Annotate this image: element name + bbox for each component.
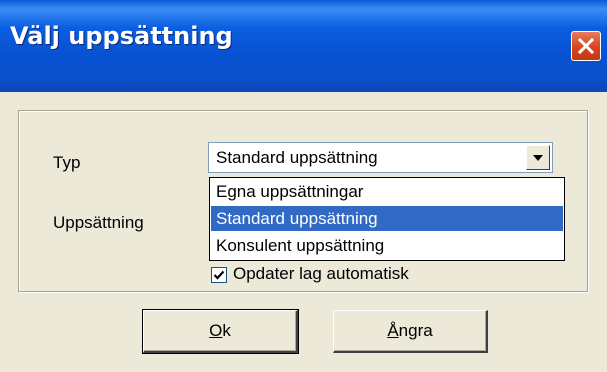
close-icon [577, 37, 595, 55]
checkmark-icon [213, 270, 225, 280]
chevron-down-icon [533, 154, 543, 161]
cancel-button-label: ngra [398, 321, 433, 340]
window-title: Välj uppsättning [10, 22, 233, 50]
type-combobox-value: Standard uppsättning [216, 148, 378, 167]
combobox-dropdown-button[interactable] [526, 145, 550, 170]
ok-button-label: k [222, 321, 231, 340]
auto-update-checkbox[interactable] [211, 267, 227, 283]
dropdown-option-standard[interactable]: Standard uppsättning [211, 206, 563, 231]
dropdown-option-konsulent[interactable]: Konsulent uppsättning [211, 233, 563, 258]
auto-update-label[interactable]: Opdater lag automatisk [233, 264, 409, 284]
setup-label: Uppsättning [53, 213, 144, 232]
close-button[interactable] [571, 31, 601, 61]
ok-button-mnemonic: O [209, 321, 223, 340]
title-bar[interactable]: Välj uppsättning [0, 0, 607, 92]
type-label: Typ [53, 153, 81, 172]
settings-group: Typ Standard uppsättning Uppsättning Opd… [18, 110, 588, 292]
dialog-body: Typ Standard uppsättning Uppsättning Opd… [0, 92, 607, 372]
dropdown-option-egna[interactable]: Egna uppsättningar [211, 179, 563, 204]
type-dropdown-list[interactable]: Egna uppsättningar Standard uppsättning … [209, 177, 565, 261]
cancel-button-mnemonic: Å [387, 321, 399, 340]
cancel-button[interactable]: Ångra [333, 310, 488, 353]
type-combobox[interactable]: Standard uppsättning [208, 142, 553, 173]
ok-button[interactable]: Ok [142, 309, 299, 354]
